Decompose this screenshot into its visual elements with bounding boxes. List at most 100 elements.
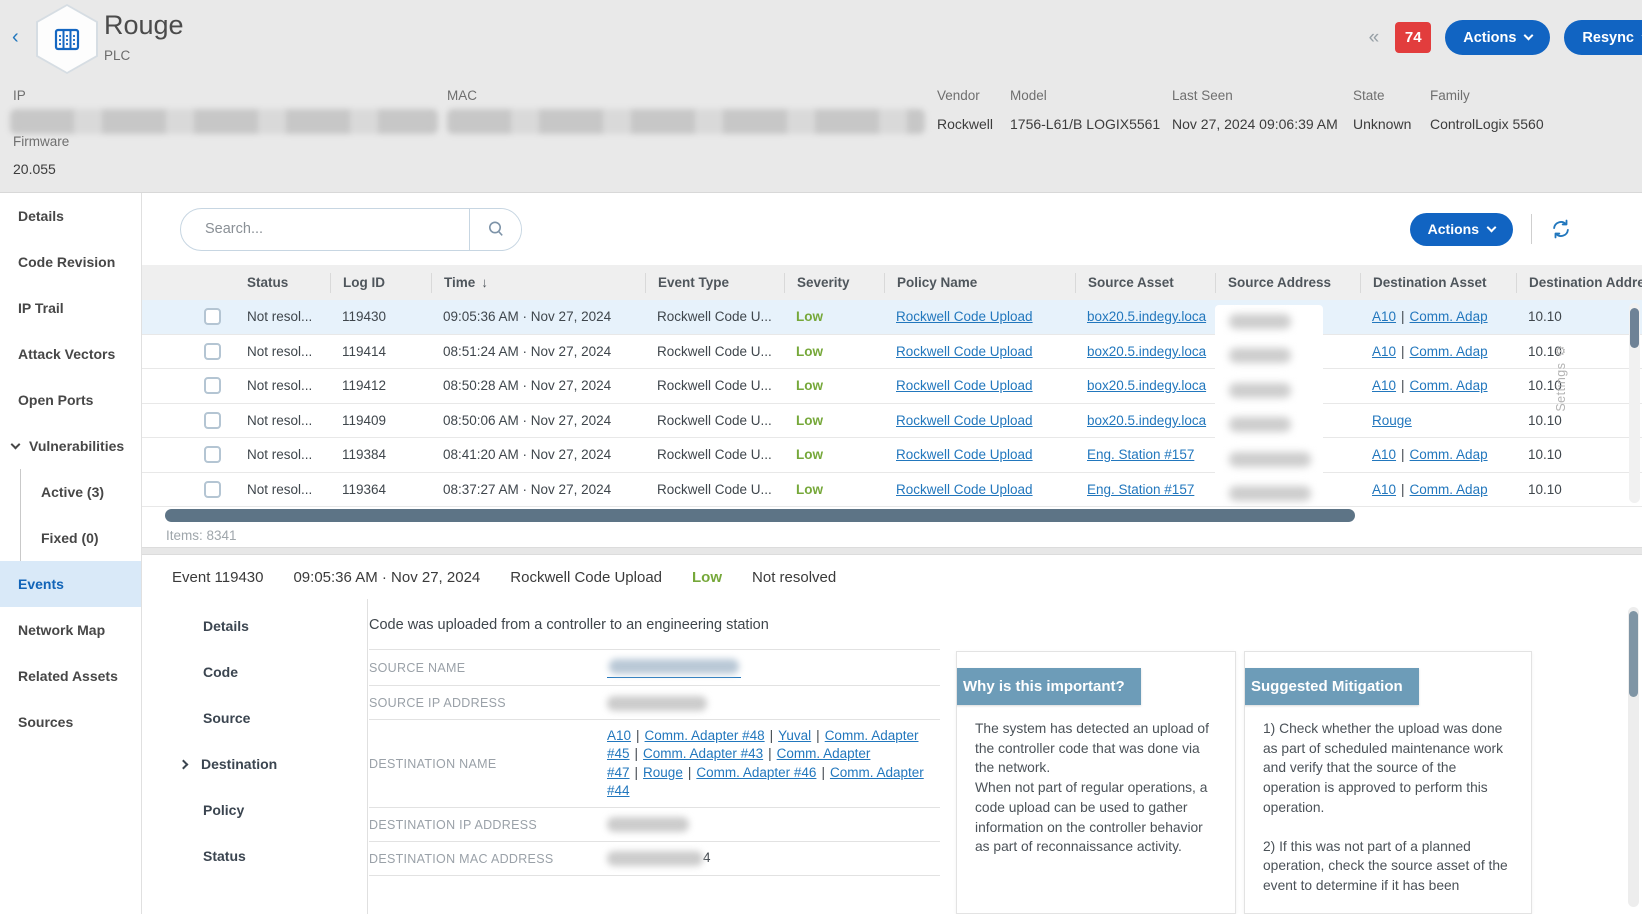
destination-asset-link[interactable]: Comm. Adap (1410, 344, 1488, 359)
destination-asset-cell: Rouge (1360, 413, 1516, 428)
policy-link[interactable]: Rockwell Code Upload (896, 309, 1033, 324)
row-checkbox[interactable] (204, 481, 221, 498)
sidebar-item-vulnerabilities[interactable]: Vulnerabilities (0, 423, 141, 469)
destination-address-cell: 10.10 (1516, 482, 1642, 497)
column-header-event-type[interactable]: Event Type (645, 273, 784, 293)
sidebar-item-open-ports[interactable]: Open Ports (0, 377, 141, 423)
destination-asset-link[interactable]: A10 (1372, 378, 1396, 393)
row-checkbox[interactable] (204, 446, 221, 463)
why-important-text: The system has detected an upload of the… (975, 719, 1217, 778)
back-chevron-icon[interactable]: ‹ (12, 26, 19, 49)
source-asset-link[interactable]: box20.5.indegy.loca (1087, 378, 1206, 393)
status-cell: Not resol... (235, 344, 330, 359)
sidebar-item-active-vulnerabilities[interactable]: Active (3) (21, 469, 141, 515)
asset-page: ‹ Rouge PLC « 74 Actions (0, 0, 1642, 914)
destination-asset-link[interactable]: Rouge (1372, 413, 1412, 428)
model-label: Model (1010, 88, 1047, 103)
firmware-value: 20.055 (13, 161, 56, 177)
destination-name-link[interactable]: Comm. Adapter #43 (643, 746, 763, 761)
column-header-destination-address[interactable]: Destination Address (1516, 273, 1642, 293)
column-header-time[interactable]: Time↓ (431, 273, 645, 293)
resync-button[interactable]: Resync (1564, 20, 1642, 55)
items-count: Items: 8341 (142, 523, 1642, 547)
source-asset-link[interactable]: box20.5.indegy.loca (1087, 413, 1206, 428)
sidebar-item-attack-vectors[interactable]: Attack Vectors (0, 331, 141, 377)
detail-vertical-scrollbar[interactable] (1628, 607, 1639, 907)
destination-address-cell: 10.10 (1516, 413, 1642, 428)
destination-asset-link[interactable]: Comm. Adap (1410, 482, 1488, 497)
sidebar-item-fixed-vulnerabilities[interactable]: Fixed (0) (21, 515, 141, 561)
policy-link[interactable]: Rockwell Code Upload (896, 447, 1033, 462)
sidebar-item-sources[interactable]: Sources (0, 699, 141, 745)
refresh-button[interactable] (1550, 218, 1572, 240)
main-panel: Actions Status L (142, 193, 1642, 914)
chevron-down-icon (1524, 31, 1534, 41)
table-settings-tab[interactable]: Settings ⚙ (1553, 343, 1568, 412)
destination-asset-link[interactable]: Comm. Adap (1410, 378, 1488, 393)
destination-asset-link[interactable]: Comm. Adap (1410, 447, 1488, 462)
destination-asset-link[interactable]: A10 (1372, 447, 1396, 462)
table-row[interactable]: Not resol... 119430 09:05:36 AM · Nov 27… (142, 300, 1642, 335)
table-row[interactable]: Not resol... 119384 08:41:20 AM · Nov 27… (142, 438, 1642, 473)
table-row[interactable]: Not resol... 119412 08:50:28 AM · Nov 27… (142, 369, 1642, 404)
table-vertical-scrollbar[interactable] (1629, 303, 1640, 503)
sidebar-item-related-assets[interactable]: Related Assets (0, 653, 141, 699)
sidebar-item-ip-trail[interactable]: IP Trail (0, 285, 141, 331)
destination-name-link[interactable]: Rouge (643, 765, 683, 780)
source-name-redacted-link[interactable] (607, 657, 741, 678)
sidebar-item-events[interactable]: Events (0, 561, 141, 607)
sidebar-item-code-revision[interactable]: Code Revision (0, 239, 141, 285)
column-header-destination-asset[interactable]: Destination Asset (1360, 273, 1516, 293)
detail-tab-status[interactable]: Status (142, 833, 367, 879)
destination-asset-link[interactable]: A10 (1372, 482, 1396, 497)
header-actions-button[interactable]: Actions (1445, 20, 1550, 55)
detail-tab-destination[interactable]: Destination (142, 741, 367, 787)
detail-tab-details[interactable]: Details (142, 603, 367, 649)
event-status: Not resolved (752, 569, 836, 586)
row-checkbox[interactable] (204, 343, 221, 360)
detail-tab-code[interactable]: Code (142, 649, 367, 695)
destination-asset-cell: A10|Comm. Adap (1360, 482, 1516, 497)
sidebar-item-network-map[interactable]: Network Map (0, 607, 141, 653)
source-asset-link[interactable]: Eng. Station #157 (1087, 482, 1194, 497)
log-id-cell: 119409 (330, 413, 431, 428)
policy-link[interactable]: Rockwell Code Upload (896, 482, 1033, 497)
destination-asset-link[interactable]: A10 (1372, 344, 1396, 359)
row-checkbox[interactable] (204, 412, 221, 429)
row-checkbox[interactable] (204, 377, 221, 394)
column-header-source-asset[interactable]: Source Asset (1075, 273, 1215, 293)
policy-link[interactable]: Rockwell Code Upload (896, 413, 1033, 428)
detail-tab-policy[interactable]: Policy (142, 787, 367, 833)
destination-asset-link[interactable]: A10 (1372, 309, 1396, 324)
table-row[interactable]: Not resol... 119409 08:50:06 AM · Nov 27… (142, 404, 1642, 439)
column-header-source-address[interactable]: Source Address (1215, 273, 1360, 293)
destination-address-cell: 10.10 (1516, 344, 1642, 359)
collapse-icon[interactable]: « (1367, 27, 1382, 49)
table-actions-button[interactable]: Actions (1410, 213, 1513, 246)
column-header-policy-name[interactable]: Policy Name (884, 273, 1075, 293)
row-checkbox[interactable] (204, 308, 221, 325)
search-button[interactable] (469, 209, 521, 250)
column-header-severity[interactable]: Severity (784, 273, 884, 293)
search-input[interactable] (181, 221, 469, 237)
source-asset-link[interactable]: box20.5.indegy.loca (1087, 344, 1206, 359)
sidebar-item-details[interactable]: Details (0, 193, 141, 239)
table-row[interactable]: Not resol... 119414 08:51:24 AM · Nov 27… (142, 335, 1642, 370)
table-row[interactable]: Not resol... 119364 08:37:27 AM · Nov 27… (142, 473, 1642, 508)
destination-name-link[interactable]: A10 (607, 728, 631, 743)
column-header-status[interactable]: Status (235, 273, 330, 293)
destination-name-link[interactable]: Comm. Adapter #46 (696, 765, 816, 780)
destination-name-link[interactable]: Comm. Adapter #48 (645, 728, 765, 743)
event-type-cell: Rockwell Code U... (645, 413, 784, 428)
destination-asset-link[interactable]: Comm. Adap (1410, 309, 1488, 324)
horizontal-scrollbar-thumb[interactable] (165, 509, 1355, 522)
policy-link[interactable]: Rockwell Code Upload (896, 344, 1033, 359)
column-header-log-id[interactable]: Log ID (330, 273, 431, 293)
detail-tab-source[interactable]: Source (142, 695, 367, 741)
event-detail-header: Event 119430 09:05:36 AM · Nov 27, 2024 … (142, 555, 1642, 599)
source-asset-link[interactable]: Eng. Station #157 (1087, 447, 1194, 462)
source-asset-link[interactable]: box20.5.indegy.loca (1087, 309, 1206, 324)
destination-name-link[interactable]: Yuval (778, 728, 811, 743)
policy-link[interactable]: Rockwell Code Upload (896, 378, 1033, 393)
event-type-cell: Rockwell Code U... (645, 344, 784, 359)
